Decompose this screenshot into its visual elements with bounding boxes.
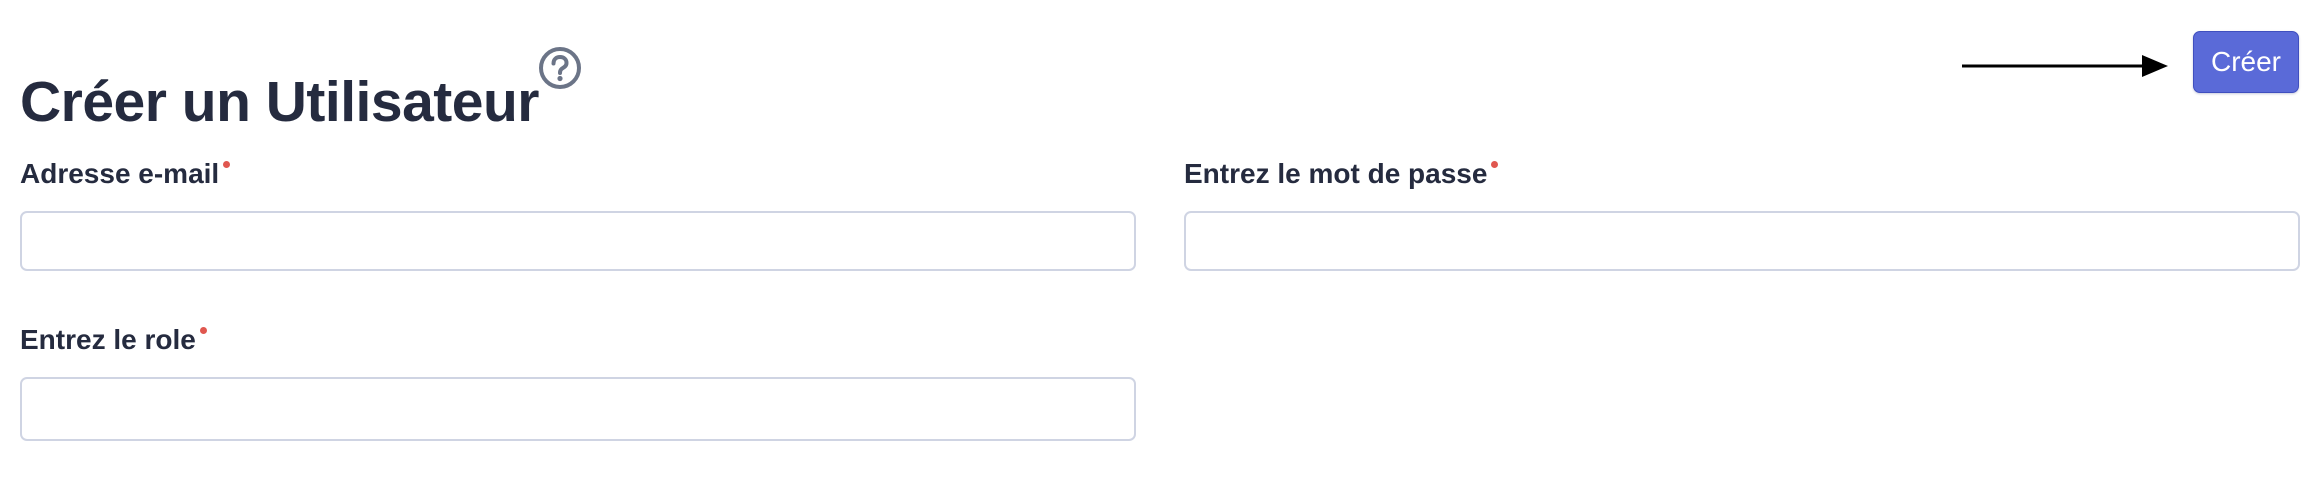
- role-label: Entrez le role: [20, 323, 207, 357]
- required-indicator: [1491, 161, 1499, 168]
- role-field[interactable]: [20, 377, 1136, 441]
- email-label: Adresse e-mail: [20, 157, 231, 191]
- password-label-text: Entrez le mot de passe: [1184, 158, 1488, 189]
- password-label: Entrez le mot de passe: [1184, 157, 1499, 191]
- email-label-text: Adresse e-mail: [20, 158, 220, 189]
- role-label-text: Entrez le role: [20, 324, 196, 355]
- email-field[interactable]: [20, 211, 1136, 271]
- create-user-page: Créer un Utilisateur Créer Adresse e-mai…: [0, 0, 2324, 488]
- required-indicator: [223, 161, 231, 168]
- arrow-right-icon: [1962, 52, 2168, 80]
- required-indicator: [199, 327, 207, 334]
- password-field[interactable]: [1184, 211, 2300, 271]
- question-circle-icon[interactable]: [538, 46, 582, 90]
- page-title: Créer un Utilisateur: [20, 70, 539, 135]
- create-button[interactable]: Créer: [2193, 31, 2299, 93]
